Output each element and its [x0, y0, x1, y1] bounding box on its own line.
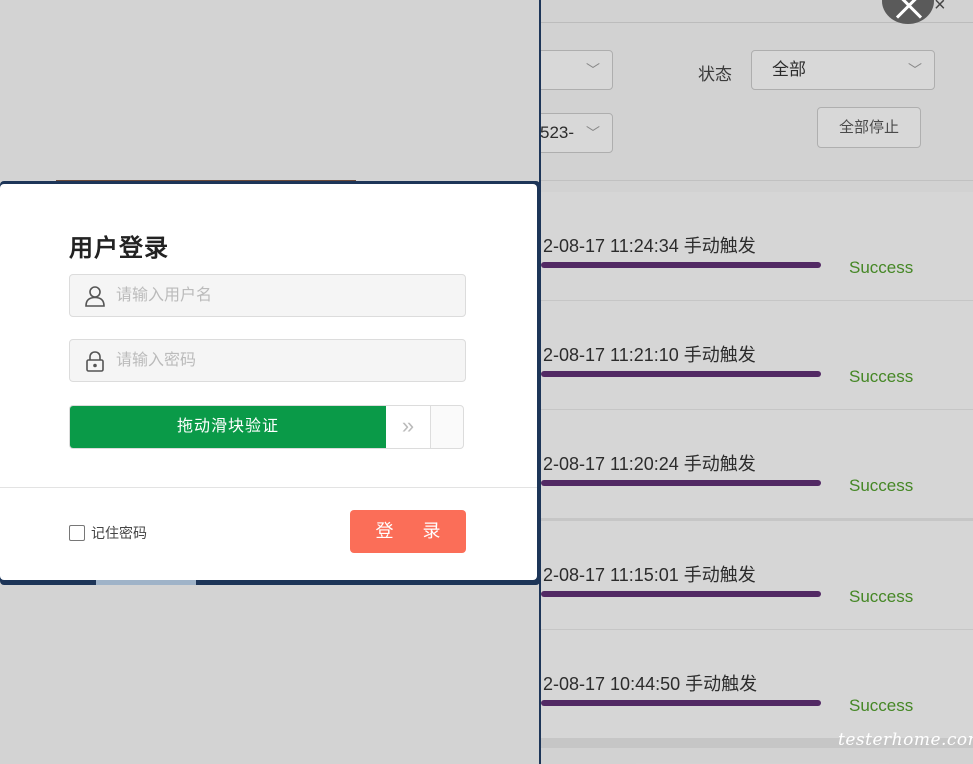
remember-password-checkbox[interactable]: 记住密码 [69, 523, 147, 543]
remember-password-label: 记住密码 [91, 525, 147, 541]
status-select[interactable]: 全部 ﹀ [751, 50, 935, 90]
login-overlay: 用户登录 拖动滑块验证 » 记住密码 登 录 [0, 0, 541, 764]
run-progress-bar [541, 262, 821, 268]
slider-handle[interactable]: » [386, 406, 431, 448]
chevron-down-icon: ﹀ [586, 125, 600, 141]
status-label: 状态 [698, 65, 732, 84]
lock-icon [86, 351, 104, 372]
run-status: Success [849, 476, 914, 495]
username-input[interactable] [116, 275, 446, 316]
run-status: Success [849, 587, 914, 606]
filter-select-2[interactable]: 523- ﹀ [541, 113, 613, 153]
login-dialog: 用户登录 拖动滑块验证 » 记住密码 登 录 [0, 184, 537, 580]
password-input[interactable] [116, 340, 446, 381]
close-icon[interactable]: × [934, 0, 946, 17]
run-status: Success [849, 696, 914, 715]
run-time: 2-08-17 11:20:24 手动触发 [543, 454, 756, 474]
run-progress-bar [541, 700, 821, 706]
run-status: Success [849, 367, 914, 386]
filter-divider [541, 180, 973, 181]
watermark: testerhome.com [838, 730, 973, 750]
password-field[interactable] [69, 339, 466, 382]
slider-captcha[interactable]: 拖动滑块验证 » [69, 405, 464, 449]
chevron-down-icon: ﹀ [586, 62, 600, 78]
run-progress-bar [541, 591, 821, 597]
status-select-value: 全部 [772, 60, 806, 79]
stop-all-button[interactable]: 全部停止 [817, 107, 921, 148]
checkbox-icon[interactable] [69, 525, 85, 541]
run-time: 2-08-17 11:15:01 手动触发 [543, 565, 756, 585]
run-time: 2-08-17 11:21:10 手动触发 [543, 345, 756, 365]
run-progress-bar [541, 371, 821, 377]
dialog-divider [0, 487, 537, 488]
run-progress-bar [541, 480, 821, 486]
run-time: 2-08-17 11:24:34 手动触发 [543, 236, 756, 256]
user-icon [85, 286, 105, 307]
background-app-panel: ﹀ 状态 全部 ﹀ 523- ﹀ 全部停止 2-08-17 11:24:34 手… [541, 0, 973, 764]
run-status: Success [849, 258, 914, 277]
login-button[interactable]: 登 录 [350, 510, 466, 553]
username-field[interactable] [69, 274, 466, 317]
run-row[interactable]: 2-08-17 11:20:24 手动触发 Success [541, 410, 973, 528]
run-row[interactable]: 2-08-17 11:24:34 手动触发 Success [541, 192, 973, 310]
run-time: 2-08-17 10:44:50 手动触发 [543, 674, 758, 694]
slider-label: 拖动滑块验证 [176, 418, 279, 435]
filter-select-1[interactable]: ﹀ [541, 50, 613, 90]
filter-select-2-value: 523- [541, 123, 575, 142]
chevron-down-icon: ﹀ [908, 62, 922, 78]
run-row[interactable]: 2-08-17 11:21:10 手动触发 Success [541, 301, 973, 419]
dialog-title: 用户登录 [69, 235, 169, 262]
run-row[interactable]: 2-08-17 11:15:01 手动触发 Success [541, 521, 973, 639]
